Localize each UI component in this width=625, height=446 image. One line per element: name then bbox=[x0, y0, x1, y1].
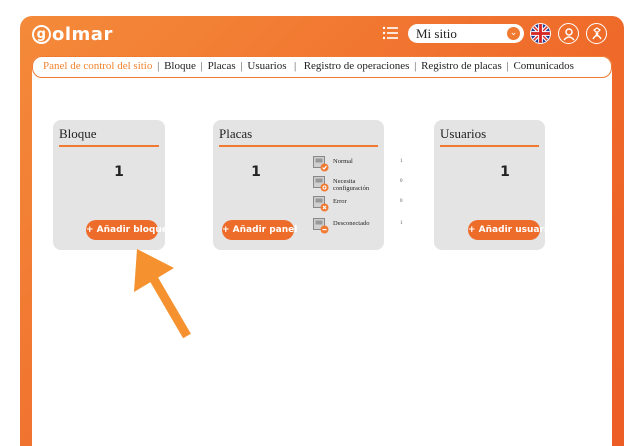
status-label: Error bbox=[333, 198, 347, 205]
card-title: Placas bbox=[219, 126, 253, 141]
status-label: Necesita configuración bbox=[333, 178, 370, 192]
nav-tabs: Panel de control del sitio | Bloque | Pl… bbox=[32, 56, 612, 78]
tab-usuarios[interactable]: Usuarios bbox=[247, 60, 286, 72]
tab-separator: | bbox=[157, 60, 160, 72]
usuarios-count: 1 bbox=[500, 164, 510, 180]
panel-disconnected-icon bbox=[313, 218, 329, 234]
menu-icon[interactable] bbox=[382, 26, 398, 40]
card-title: Usuarios bbox=[440, 126, 487, 141]
bloque-card: Bloque 1 + Añadir bloques bbox=[53, 120, 173, 250]
tab-separator: | bbox=[200, 60, 203, 72]
status-count: 1 bbox=[400, 159, 403, 164]
pointer-arrow-icon bbox=[134, 249, 191, 339]
tab-registro-placas[interactable]: Registro de placas bbox=[421, 60, 502, 72]
status-count: 0 bbox=[400, 199, 403, 204]
placas-card: Placas 1 + Añadir panel Normal 1 Necesit… bbox=[213, 120, 403, 250]
tab-comunicados[interactable]: Comunicados bbox=[513, 60, 574, 72]
user-icon[interactable] bbox=[558, 23, 579, 44]
panel-config-icon bbox=[313, 176, 329, 192]
tab-separator: | bbox=[506, 60, 509, 72]
card-divider bbox=[219, 145, 378, 147]
app-header: g olmar Mi sitio ⌄ bbox=[20, 16, 624, 56]
tab-registro-operaciones[interactable]: Registro de operaciones bbox=[304, 60, 410, 72]
status-normal: Normal 1 bbox=[313, 156, 408, 178]
bloque-count: 1 bbox=[114, 164, 124, 180]
app-frame: g olmar Mi sitio ⌄ Panel de control del … bbox=[20, 16, 624, 446]
tab-separator: | bbox=[291, 60, 299, 72]
logo-mark: g bbox=[32, 25, 51, 44]
logo-text: olmar bbox=[52, 24, 113, 45]
add-usuario-button[interactable]: + Añadir usuario bbox=[468, 220, 553, 240]
add-panel-button[interactable]: + Añadir panel bbox=[222, 220, 297, 240]
status-needs-config: Necesita configuración 0 bbox=[313, 176, 408, 198]
site-select-value: Mi sitio bbox=[416, 26, 457, 41]
status-count: 0 bbox=[400, 179, 403, 184]
status-count: 1 bbox=[400, 221, 403, 226]
card-divider bbox=[59, 145, 159, 147]
tab-separator: | bbox=[240, 60, 243, 72]
tab-separator: | bbox=[414, 60, 417, 72]
add-bloques-button[interactable]: + Añadir bloques bbox=[86, 220, 173, 240]
site-select[interactable]: Mi sitio ⌄ bbox=[408, 24, 524, 43]
status-error: Error 0 bbox=[313, 196, 408, 218]
main-content: Panel de control del sitio | Bloque | Pl… bbox=[32, 56, 612, 446]
status-disconnected: Desconectado 1 bbox=[313, 218, 408, 240]
tab-placas[interactable]: Placas bbox=[208, 60, 236, 72]
tab-panel-control[interactable]: Panel de control del sitio bbox=[43, 60, 152, 72]
usuarios-card: Usuarios 1 + Añadir usuario bbox=[434, 120, 553, 250]
panel-ok-icon bbox=[313, 156, 329, 172]
chevron-down-icon: ⌄ bbox=[507, 27, 520, 40]
placas-count: 1 bbox=[251, 164, 261, 180]
card-title: Bloque bbox=[59, 126, 97, 141]
status-label: Desconectado bbox=[333, 220, 370, 227]
tab-bloque[interactable]: Bloque bbox=[164, 60, 196, 72]
uk-flag-icon[interactable] bbox=[530, 23, 551, 44]
logout-icon[interactable] bbox=[586, 23, 607, 44]
card-divider bbox=[440, 145, 539, 147]
panel-error-icon bbox=[313, 196, 329, 212]
golmar-logo[interactable]: g olmar bbox=[32, 24, 113, 45]
status-label: Normal bbox=[333, 158, 353, 165]
